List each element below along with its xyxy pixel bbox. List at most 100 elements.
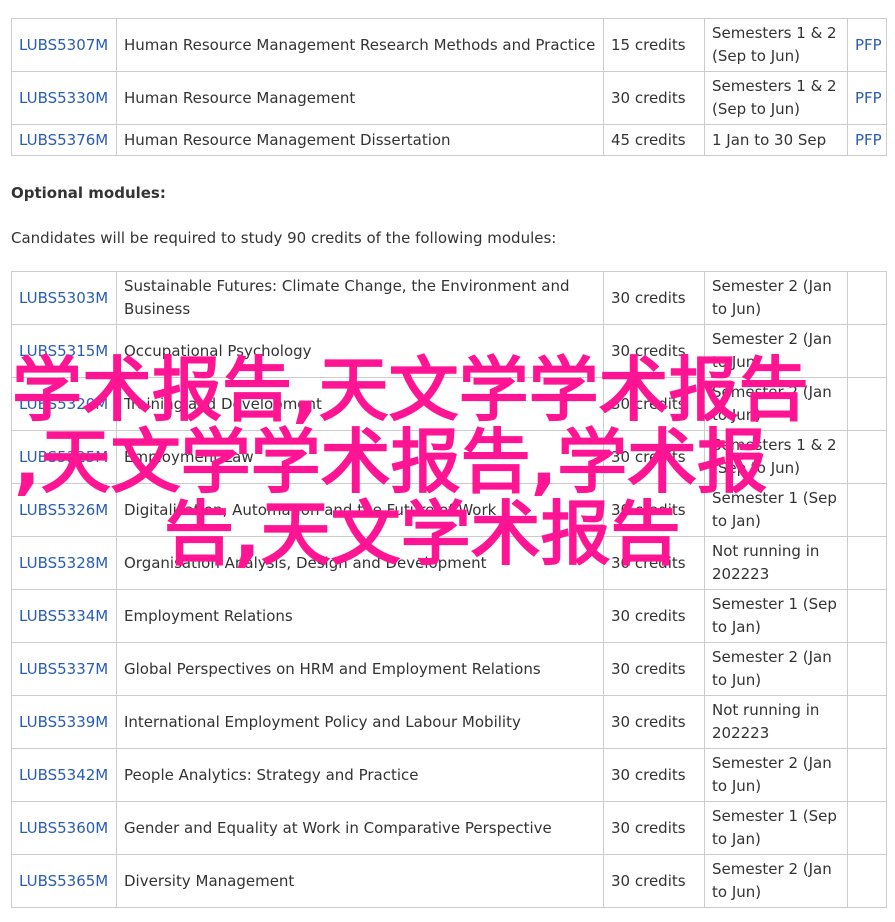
module-pfp-cell	[847, 642, 887, 696]
module-code-link[interactable]: LUBS5325M	[19, 448, 108, 466]
module-pfp-cell	[847, 589, 887, 643]
module-code-link[interactable]: LUBS5315M	[19, 342, 108, 360]
module-code-cell: LUBS5328M	[11, 536, 117, 590]
module-name-cell: Digitalisation, Automation and the Futur…	[116, 483, 604, 537]
module-pfp-cell	[847, 748, 887, 802]
module-semester-cell: 1 Jan to 30 Sep	[704, 124, 848, 156]
module-name-cell: Employment Law	[116, 430, 604, 484]
module-code-link[interactable]: LUBS5330M	[19, 89, 108, 107]
module-name-cell: Human Resource Management Research Metho…	[116, 18, 604, 72]
module-name-cell: Human Resource Management	[116, 71, 604, 125]
module-credits-cell: 30 credits	[603, 589, 705, 643]
module-semester-cell: Not running in 202223	[704, 695, 848, 749]
module-code-link[interactable]: LUBS5320M	[19, 395, 108, 413]
module-name-cell: Occupational Psychology	[116, 324, 604, 378]
module-code-link[interactable]: LUBS5328M	[19, 554, 108, 572]
module-credits-cell: 30 credits	[603, 71, 705, 125]
module-code-link[interactable]: LUBS5339M	[19, 713, 108, 731]
module-code-link[interactable]: LUBS5334M	[19, 607, 108, 625]
table-row: LUBS5342M People Analytics: Strategy and …	[11, 748, 887, 802]
line: Employment Law	[124, 447, 254, 466]
module-name-cell: Sustainable Futures: Climate Change, the…	[116, 271, 604, 325]
module-code-link[interactable]: LUBS5365M	[19, 872, 108, 890]
module-code-link[interactable]: LUBS5326M	[19, 501, 108, 519]
line: to Jan)	[712, 830, 761, 848]
module-code-link[interactable]: LUBS5342M	[19, 766, 108, 784]
table-row: LUBS5303M Sustainable Futures: Climate Ch…	[11, 271, 887, 325]
module-pfp-cell	[847, 271, 887, 325]
line: People Analytics: Strategy and Practice	[124, 765, 419, 784]
line: Not running in	[712, 542, 820, 560]
module-credits-cell: 30 credits	[603, 324, 705, 378]
module-code-link[interactable]: LUBS5303M	[19, 289, 108, 307]
module-credits-cell: 30 credits	[603, 748, 705, 802]
line: (Sep to Jun)	[712, 47, 801, 65]
module-semester-cell: Semester 1 (Sep to Jan)	[704, 483, 848, 537]
module-code-cell: LUBS5376M	[11, 124, 117, 156]
line: Not running in	[712, 701, 820, 719]
module-name-cell: Training and Development	[116, 377, 604, 431]
module-code-cell: LUBS5339M	[11, 695, 117, 749]
module-pfp-cell	[847, 377, 887, 431]
module-credits-cell: 30 credits	[603, 801, 705, 855]
module-name-cell: Organisation Analysis, Design and Develo…	[116, 536, 604, 590]
module-credits-cell: 30 credits	[603, 536, 705, 590]
module-code-cell: LUBS5307M	[11, 18, 117, 72]
table-row: LUBS5315M Occupational Psychology 30 credi…	[11, 324, 887, 378]
line: to Jan)	[712, 618, 761, 636]
module-name-cell: Employment Relations	[116, 589, 604, 643]
line: Training and Development	[124, 394, 322, 413]
core-modules-table: LUBS5307M Human Resource Management Resea…	[11, 18, 887, 156]
pfp-link[interactable]: PFP	[855, 36, 882, 54]
module-code-cell: LUBS5342M	[11, 748, 117, 802]
line: to Jun)	[712, 777, 762, 795]
module-name-cell: International Employment Policy and Labo…	[116, 695, 604, 749]
table-row: LUBS5325M Employment Law 30 credits Semeste…	[11, 430, 887, 484]
module-code-cell: LUBS5320M	[11, 377, 117, 431]
line: Sustainable Futures: Climate Change, the…	[124, 277, 570, 295]
line: to Jun)	[712, 300, 762, 318]
optional-modules-intro: Candidates will be required to study 90 …	[11, 229, 557, 247]
module-pfp-cell: PFP	[847, 71, 887, 125]
module-name-cell: Human Resource Management Dissertation	[116, 124, 604, 156]
line: to Jun)	[712, 671, 762, 689]
module-code-link[interactable]: LUBS5337M	[19, 660, 108, 678]
module-pfp-cell: PFP	[847, 18, 887, 72]
module-name-cell: People Analytics: Strategy and Practice	[116, 748, 604, 802]
table-row: LUBS5330M Human Resource Management 30 cre…	[11, 71, 887, 125]
line: (Sep to Jun)	[712, 459, 801, 477]
table-row: LUBS5334M Employment Relations 30 credits S…	[11, 589, 887, 643]
table-row: LUBS5320M Training and Development 30 cred…	[11, 377, 887, 431]
line: Global Perspectives on HRM and Employmen…	[124, 659, 541, 678]
line: Semester 2 (Jan	[712, 648, 832, 666]
line: Semester 2 (Jan	[712, 330, 832, 348]
module-code-cell: LUBS5365M	[11, 854, 117, 908]
line: Business	[124, 300, 191, 318]
module-code-link[interactable]: LUBS5376M	[19, 131, 108, 149]
pfp-link[interactable]: PFP	[855, 131, 882, 149]
module-semester-cell: Semesters 1 & 2 (Sep to Jun)	[704, 18, 848, 72]
module-credits-cell: 15 credits	[603, 18, 705, 72]
line: Semester 1 (Sep	[712, 807, 837, 825]
module-semester-cell: Semester 2 (Jan to Jun)	[704, 642, 848, 696]
line: Semesters 1 & 2	[712, 436, 837, 454]
module-code-link[interactable]: LUBS5307M	[19, 36, 108, 54]
pfp-link[interactable]: PFP	[855, 89, 882, 107]
table-row: LUBS5365M Diversity Management 30 credits S…	[11, 854, 887, 908]
table-row: LUBS5376M Human Resource Management Disse…	[11, 124, 887, 156]
module-code-cell: LUBS5326M	[11, 483, 117, 537]
module-semester-cell: Semester 2 (Jan to Jun)	[704, 377, 848, 431]
line: to Jun)	[712, 353, 762, 371]
optional-modules-table: LUBS5303M Sustainable Futures: Climate Ch…	[11, 271, 887, 908]
line: Digitalisation, Automation and the Futur…	[124, 500, 497, 519]
line: 1 Jan to 30 Sep	[712, 130, 827, 149]
module-code-link[interactable]: LUBS5360M	[19, 819, 108, 837]
table-row: LUBS5328M Organisation Analysis, Design a…	[11, 536, 887, 590]
line: 202223	[712, 724, 770, 742]
module-semester-cell: Semester 1 (Sep to Jan)	[704, 589, 848, 643]
line: to Jan)	[712, 512, 761, 530]
module-semester-cell: Semester 2 (Jan to Jun)	[704, 854, 848, 908]
module-code-cell: LUBS5334M	[11, 589, 117, 643]
module-credits-cell: 30 credits	[603, 854, 705, 908]
line: Gender and Equality at Work in Comparati…	[124, 818, 552, 837]
